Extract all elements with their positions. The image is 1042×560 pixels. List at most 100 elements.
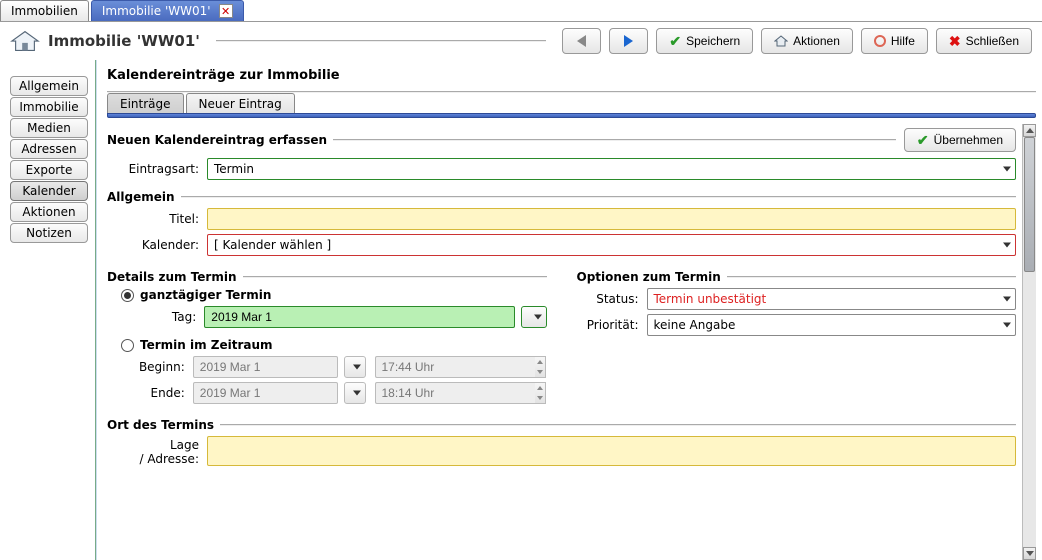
check-icon: ✔ — [669, 33, 681, 50]
button-label: Schließen — [966, 34, 1019, 48]
select-value: keine Angabe — [654, 318, 736, 332]
entry-type-select[interactable]: Termin — [207, 158, 1016, 180]
main-panel: Kalendereinträge zur Immobilie Einträge … — [97, 60, 1042, 560]
scroll-down-button[interactable] — [1023, 547, 1036, 560]
chevron-down-icon — [534, 315, 542, 320]
tag-label: Tag: — [107, 310, 204, 324]
end-time-input[interactable] — [375, 382, 535, 404]
house-small-icon — [774, 35, 788, 47]
lifebuoy-icon — [874, 35, 886, 47]
chevron-down-icon — [353, 391, 361, 396]
sub-tabs: Einträge Neuer Eintrag — [107, 93, 1036, 114]
page-title: Immobilie 'WW01' — [48, 32, 200, 50]
arrow-right-icon — [624, 35, 633, 47]
button-label: Aktionen — [793, 34, 840, 48]
sidebar-item-notizen[interactable]: Notizen — [10, 223, 88, 243]
location-textarea[interactable] — [207, 436, 1016, 466]
divider — [727, 276, 1016, 278]
close-icon[interactable]: ✕ — [219, 4, 233, 18]
scroll-up-button[interactable] — [1023, 124, 1036, 137]
begin-time-spinner[interactable] — [535, 356, 547, 378]
help-button[interactable]: Hilfe — [861, 28, 928, 54]
select-value: Termin unbestätigt — [654, 292, 767, 306]
doc-tab-immobilien[interactable]: Immobilien — [0, 0, 89, 21]
title-input[interactable] — [207, 208, 1016, 230]
chevron-down-icon — [1003, 323, 1011, 328]
close-button[interactable]: ✖ Schließen — [936, 28, 1032, 54]
select-value: Termin — [214, 162, 254, 176]
sidebar: Allgemein Immobilie Medien Adressen Expo… — [0, 60, 95, 560]
divider — [181, 196, 1016, 198]
group-details-title: Details zum Termin — [107, 270, 237, 284]
check-icon: ✔ — [917, 132, 929, 149]
scroll-track[interactable] — [1023, 137, 1036, 547]
radio-allday-label[interactable]: ganztägiger Termin — [140, 288, 271, 302]
house-icon — [10, 29, 40, 53]
tag-date-input[interactable] — [204, 306, 515, 328]
tab-label: Immobilie 'WW01' — [102, 4, 211, 18]
form-header-title: Neuen Kalendereintrag erfassen — [107, 133, 327, 147]
next-button[interactable] — [609, 28, 648, 54]
divider — [220, 424, 1016, 426]
calendar-label: Kalender: — [107, 238, 207, 252]
end-date-picker-button[interactable] — [344, 382, 366, 404]
begin-time-input[interactable] — [375, 356, 535, 378]
priority-label: Priorität: — [577, 318, 647, 332]
end-time-spinner[interactable] — [535, 382, 547, 404]
section-title: Kalendereinträge zur Immobilie — [107, 68, 1036, 83]
save-button[interactable]: ✔ Speichern — [656, 28, 753, 54]
doc-tab-immobilie-ww01[interactable]: Immobilie 'WW01' ✕ — [91, 0, 244, 21]
divider — [216, 40, 547, 42]
chevron-down-icon — [1003, 297, 1011, 302]
status-select[interactable]: Termin unbestätigt — [647, 288, 1017, 310]
arrow-left-icon — [577, 35, 586, 47]
radio-range[interactable] — [121, 339, 134, 352]
button-label: Speichern — [686, 34, 740, 48]
header: Immobilie 'WW01' ✔ Speichern Aktionen Hil… — [0, 22, 1042, 60]
chevron-down-icon — [1003, 243, 1011, 248]
chevron-down-icon — [1003, 167, 1011, 172]
radio-range-label[interactable]: Termin im Zeitraum — [140, 338, 273, 352]
status-label: Status: — [577, 292, 647, 306]
priority-select[interactable]: keine Angabe — [647, 314, 1017, 336]
divider — [243, 276, 547, 278]
sidebar-item-exporte[interactable]: Exporte — [10, 160, 88, 180]
end-label: Ende: — [107, 386, 193, 400]
sidebar-item-immobilie[interactable]: Immobilie — [10, 97, 88, 117]
title-label: Titel: — [107, 212, 207, 226]
group-general-title: Allgemein — [107, 190, 175, 204]
vertical-scrollbar[interactable] — [1022, 124, 1036, 560]
begin-date-picker-button[interactable] — [344, 356, 366, 378]
select-value: [ Kalender wählen ] — [214, 238, 331, 252]
close-icon: ✖ — [949, 33, 961, 50]
body: Allgemein Immobilie Medien Adressen Expo… — [0, 60, 1042, 560]
tab-label: Immobilien — [11, 4, 78, 18]
form-header: Neuen Kalendereintrag erfassen ✔ Überneh… — [107, 128, 1016, 152]
group-options-title: Optionen zum Termin — [577, 270, 721, 284]
begin-label: Beginn: — [107, 360, 193, 374]
tab-strip — [107, 113, 1036, 118]
tab-eintraege[interactable]: Einträge — [107, 93, 184, 114]
entry-type-label: Eintragsart: — [107, 162, 207, 176]
location-label: Lage / Adresse: — [107, 436, 207, 466]
end-date-input[interactable] — [193, 382, 338, 404]
apply-button[interactable]: ✔ Übernehmen — [904, 128, 1016, 152]
button-label: Übernehmen — [934, 133, 1003, 147]
tag-date-picker-button[interactable] — [521, 306, 546, 328]
sidebar-item-aktionen[interactable]: Aktionen — [10, 202, 88, 222]
actions-button[interactable]: Aktionen — [761, 28, 853, 54]
group-location-title: Ort des Termins — [107, 418, 214, 432]
chevron-down-icon — [353, 365, 361, 370]
radio-allday[interactable] — [121, 289, 134, 302]
scroll-thumb[interactable] — [1024, 137, 1035, 272]
divider — [333, 139, 896, 141]
button-label: Hilfe — [891, 34, 915, 48]
prev-button[interactable] — [562, 28, 601, 54]
calendar-select[interactable]: [ Kalender wählen ] — [207, 234, 1016, 256]
begin-date-input[interactable] — [193, 356, 338, 378]
sidebar-item-kalender[interactable]: Kalender — [10, 181, 88, 201]
tab-neuer-eintrag[interactable]: Neuer Eintrag — [186, 93, 295, 114]
sidebar-item-adressen[interactable]: Adressen — [10, 139, 88, 159]
sidebar-item-medien[interactable]: Medien — [10, 118, 88, 138]
sidebar-item-allgemein[interactable]: Allgemein — [10, 76, 88, 96]
